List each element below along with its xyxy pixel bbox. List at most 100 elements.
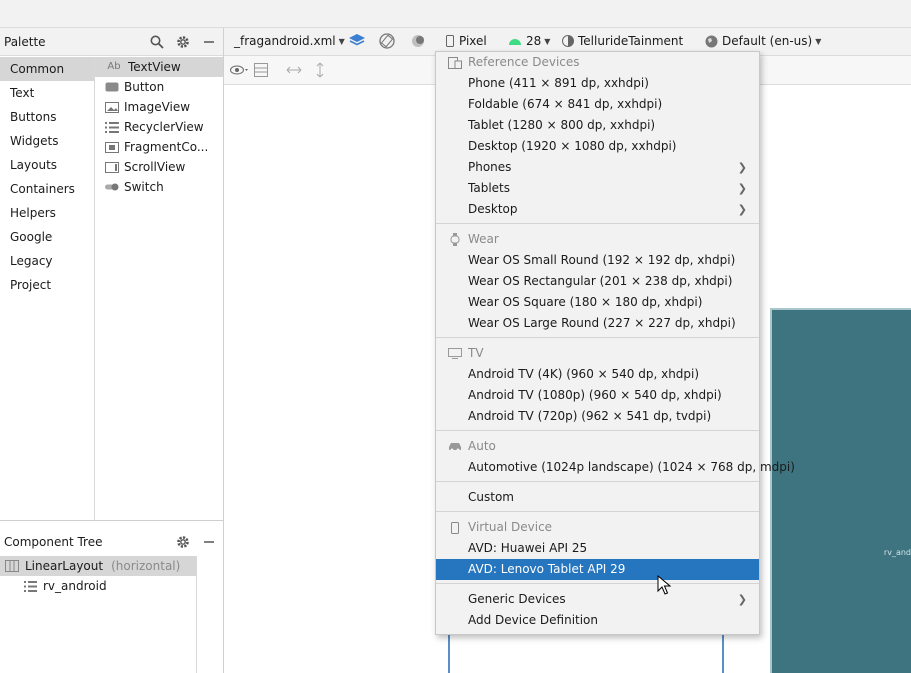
eye-icon[interactable] (230, 64, 250, 76)
locale-selector[interactable]: Default (en-us) ▼ (705, 34, 821, 48)
menu-item-tv-720p[interactable]: Android TV (720p) (962 × 541 dp, tvdpi) (436, 406, 759, 427)
menu-item-avd-lenovo[interactable]: AVD: Lenovo Tablet API 29 (436, 559, 759, 580)
widget-label: RecyclerView (124, 120, 204, 134)
menu-item-tv-1080p[interactable]: Android TV (1080p) (960 × 540 dp, xhdpi) (436, 385, 759, 406)
widget-label: ScrollView (124, 160, 186, 174)
globe-icon (705, 35, 718, 48)
palette-title: Palette (4, 35, 46, 49)
widget-scrollview[interactable]: ScrollView (95, 157, 223, 177)
widget-fragmentcontainer[interactable]: FragmentCo... (95, 137, 223, 157)
menu-item-tv-4k[interactable]: Android TV (4K) (960 × 540 dp, xhdpi) (436, 364, 759, 385)
minimize-icon[interactable] (200, 533, 218, 551)
menu-item-label: Generic Devices (468, 592, 566, 606)
expand-vertical-icon[interactable] (314, 62, 326, 78)
menu-item-label: Tablets (468, 181, 510, 195)
gear-icon[interactable] (174, 533, 192, 551)
palette-categories: Common Text Buttons Widgets Layouts Cont… (0, 57, 95, 520)
component-tree-title: Component Tree (4, 535, 103, 549)
category-common[interactable]: Common (0, 57, 94, 81)
menu-item-add-device-definition[interactable]: Add Device Definition (436, 610, 759, 631)
device-icon (446, 35, 454, 47)
search-icon[interactable] (148, 33, 166, 51)
menu-item-wear-large-round[interactable]: Wear OS Large Round (227 × 227 dp, xhdpi… (436, 313, 759, 334)
section-wear: Wear (436, 229, 759, 250)
menu-item-wear-rectangular[interactable]: Wear OS Rectangular (201 × 238 dp, xhdpi… (436, 271, 759, 292)
section-auto: Auto (436, 436, 759, 457)
section-label: Auto (468, 439, 496, 453)
menu-item-avd-huawei[interactable]: AVD: Huawei API 25 (436, 538, 759, 559)
switch-icon (105, 181, 119, 193)
menu-item-label: Phones (468, 160, 512, 174)
orientation-button[interactable] (378, 33, 396, 49)
file-selector[interactable]: _fragandroid.xml ▼ (234, 34, 345, 48)
menu-separator (436, 337, 759, 338)
category-layouts[interactable]: Layouts (0, 153, 94, 177)
blueprint-icon[interactable] (254, 63, 268, 77)
widget-textview[interactable]: Ab TextView (95, 57, 223, 77)
menu-item-phones-group[interactable]: Phones ❯ (436, 157, 759, 178)
recyclerview-icon (105, 121, 119, 133)
category-project[interactable]: Project (0, 273, 94, 297)
layers-icon (348, 33, 366, 49)
widget-label: Switch (124, 180, 164, 194)
button-icon (105, 81, 119, 93)
menu-item-wear-small-round[interactable]: Wear OS Small Round (192 × 192 dp, xhdpi… (436, 250, 759, 271)
night-mode-button[interactable] (410, 33, 426, 49)
section-tv: TV (436, 343, 759, 364)
phone-icon (448, 521, 462, 534)
chevron-right-icon: ❯ (737, 161, 747, 174)
widget-button[interactable]: Button (95, 77, 223, 97)
design-surface-button[interactable] (348, 33, 366, 49)
component-tree-body: LinearLayout (horizontal) rv_android (0, 556, 197, 673)
category-containers[interactable]: Containers (0, 177, 94, 201)
expand-horizontal-icon[interactable] (286, 63, 302, 77)
device-dropdown-menu: Reference Devices Phone (411 × 891 dp, x… (435, 51, 795, 635)
menu-item-desktop-group[interactable]: Desktop ❯ (436, 199, 759, 220)
chevron-right-icon: ❯ (737, 182, 747, 195)
widget-switch[interactable]: Switch (95, 177, 223, 197)
widget-imageview[interactable]: ImageView (95, 97, 223, 117)
section-label: Reference Devices (468, 55, 580, 69)
panel-divider (0, 520, 223, 521)
category-widgets[interactable]: Widgets (0, 129, 94, 153)
window-top-strip (0, 0, 911, 28)
tree-item-linearlayout[interactable]: LinearLayout (horizontal) (0, 556, 196, 576)
api-selector[interactable]: 28 ▼ (508, 34, 550, 48)
menu-item-foldable[interactable]: Foldable (674 × 841 dp, xxhdpi) (436, 94, 759, 115)
menu-item-tablet[interactable]: Tablet (1280 × 800 dp, xxhdpi) (436, 115, 759, 136)
minimize-icon[interactable] (200, 33, 218, 51)
widget-label: TextView (128, 60, 181, 74)
tree-item-rv-android[interactable]: rv_android (0, 576, 196, 596)
chevron-right-icon: ❯ (737, 593, 747, 606)
car-icon (448, 440, 462, 453)
menu-item-tablets-group[interactable]: Tablets ❯ (436, 178, 759, 199)
menu-separator (436, 223, 759, 224)
widget-label: FragmentCo... (124, 140, 209, 154)
category-buttons[interactable]: Buttons (0, 105, 94, 129)
gear-icon[interactable] (174, 33, 192, 51)
component-tree-panel: Component Tree LinearLayout (horizontal)… (0, 520, 224, 673)
menu-item-custom[interactable]: Custom (436, 487, 759, 508)
chevron-right-icon: ❯ (737, 203, 747, 216)
category-google[interactable]: Google (0, 225, 94, 249)
chevron-down-icon: ▼ (544, 36, 551, 46)
fragment-icon (105, 141, 119, 153)
category-text[interactable]: Text (0, 81, 94, 105)
category-helpers[interactable]: Helpers (0, 201, 94, 225)
api-level: 28 (526, 34, 542, 48)
menu-item-wear-square[interactable]: Wear OS Square (180 × 180 dp, xhdpi) (436, 292, 759, 313)
chevron-down-icon: ▼ (815, 36, 822, 46)
tree-item-label: LinearLayout (25, 559, 104, 573)
theme-selector[interactable]: TellurideTainment (562, 34, 683, 48)
locale-name: Default (en-us) (722, 34, 813, 48)
device-selector[interactable]: Pixel (446, 34, 487, 48)
menu-item-phone[interactable]: Phone (411 × 891 dp, xxhdpi) (436, 73, 759, 94)
recyclerview-icon (24, 580, 37, 592)
theme-icon (562, 35, 574, 47)
textview-icon: Ab (107, 61, 121, 72)
menu-item-automotive[interactable]: Automotive (1024p landscape) (1024 × 768… (436, 457, 795, 478)
menu-item-generic-devices[interactable]: Generic Devices ❯ (436, 589, 759, 610)
widget-recyclerview[interactable]: RecyclerView (95, 117, 223, 137)
menu-item-desktop[interactable]: Desktop (1920 × 1080 dp, xxhdpi) (436, 136, 759, 157)
category-legacy[interactable]: Legacy (0, 249, 94, 273)
